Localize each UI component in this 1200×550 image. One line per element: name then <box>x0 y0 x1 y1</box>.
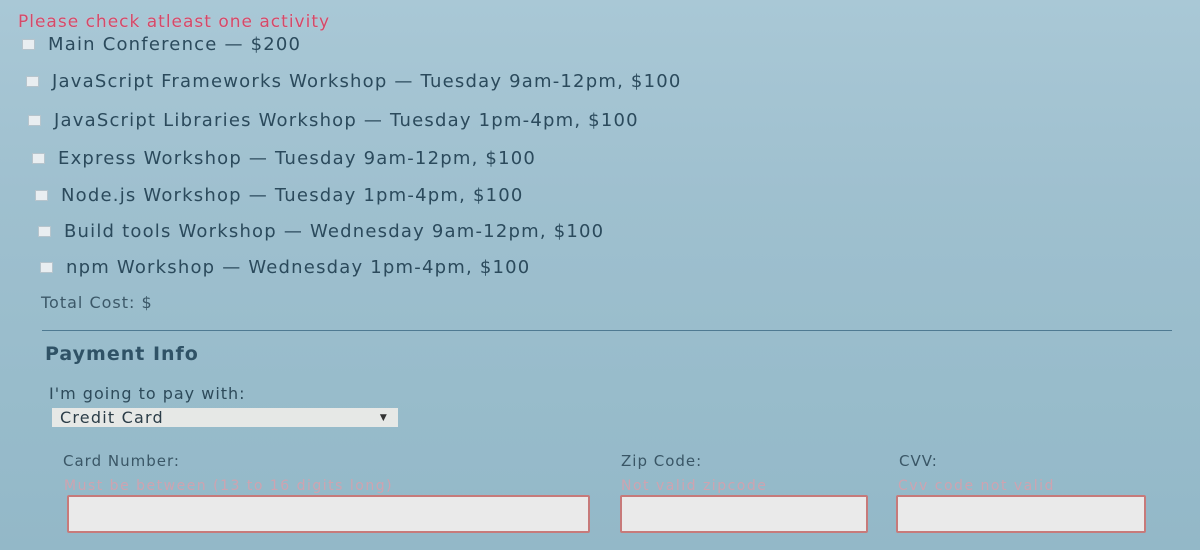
activity-js-frameworks[interactable]: JavaScript Frameworks Workshop — Tuesday… <box>26 71 682 92</box>
cvv-input[interactable] <box>896 495 1146 533</box>
activity-checkbox[interactable] <box>38 226 51 237</box>
chevron-down-icon: ▼ <box>379 412 388 423</box>
activity-express[interactable]: Express Workshop — Tuesday 9am-12pm, $10… <box>32 148 536 169</box>
payment-info-heading: Payment Info <box>45 343 199 365</box>
card-number-label: Card Number: <box>63 452 180 470</box>
activity-label: Build tools Workshop — Wednesday 9am-12p… <box>64 221 605 242</box>
zip-code-error: Not valid zipcode <box>621 478 768 494</box>
activity-checkbox[interactable] <box>35 190 48 201</box>
activity-checkbox[interactable] <box>28 115 41 126</box>
activity-label: Express Workshop — Tuesday 9am-12pm, $10… <box>58 148 537 169</box>
payment-method-select[interactable]: Credit Card ▼ <box>52 408 398 427</box>
activity-main-conference[interactable]: Main Conference — $200 <box>22 34 301 55</box>
activity-nodejs[interactable]: Node.js Workshop — Tuesday 1pm-4pm, $100 <box>35 185 524 206</box>
payment-method-label: I'm going to pay with: <box>49 384 246 403</box>
activity-label: npm Workshop — Wednesday 1pm-4pm, $100 <box>66 257 531 278</box>
payment-method-value: Credit Card <box>60 408 164 427</box>
cvv-error: Cvv code not valid <box>898 478 1055 494</box>
activity-label: Node.js Workshop — Tuesday 1pm-4pm, $100 <box>61 185 524 206</box>
total-cost: Total Cost: $ <box>41 293 153 312</box>
activities-error-message: Please check atleast one activity <box>18 12 331 32</box>
activity-label: Main Conference — $200 <box>48 34 302 55</box>
activity-checkbox[interactable] <box>22 39 35 50</box>
activity-label: JavaScript Libraries Workshop — Tuesday … <box>54 110 639 131</box>
card-number-error: Must be between (13 to 16 digits long) <box>64 478 394 494</box>
card-number-input[interactable] <box>67 495 590 533</box>
activity-label: JavaScript Frameworks Workshop — Tuesday… <box>52 71 682 92</box>
zip-code-label: Zip Code: <box>621 452 703 470</box>
cvv-label: CVV: <box>899 452 938 470</box>
activity-npm[interactable]: npm Workshop — Wednesday 1pm-4pm, $100 <box>40 257 530 278</box>
activity-checkbox[interactable] <box>26 76 39 87</box>
activity-checkbox[interactable] <box>40 262 53 273</box>
activity-checkbox[interactable] <box>32 153 45 164</box>
section-divider <box>42 330 1172 331</box>
activity-js-libraries[interactable]: JavaScript Libraries Workshop — Tuesday … <box>28 110 639 131</box>
activity-build-tools[interactable]: Build tools Workshop — Wednesday 9am-12p… <box>38 221 604 242</box>
zip-code-input[interactable] <box>620 495 868 533</box>
